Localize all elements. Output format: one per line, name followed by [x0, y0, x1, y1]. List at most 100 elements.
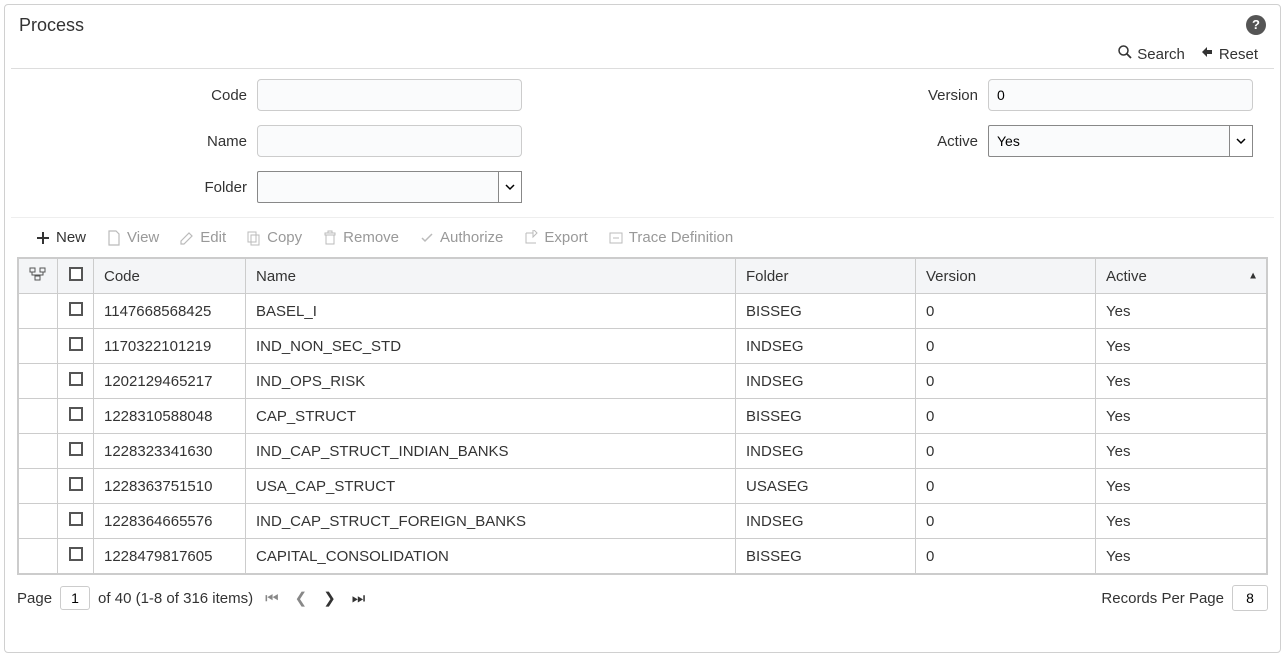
page-label: Page: [17, 590, 52, 607]
help-icon[interactable]: ?: [1246, 15, 1266, 35]
name-label: Name: [27, 133, 257, 150]
name-cell: IND_CAP_STRUCT_FOREIGN_BANKS: [246, 504, 736, 539]
checkbox-cell[interactable]: [58, 469, 94, 504]
first-page-button[interactable]: ⏮: [261, 590, 283, 607]
row-checkbox[interactable]: [69, 547, 83, 561]
code-cell: 1228364665576: [94, 504, 246, 539]
table-row[interactable]: 1228323341630IND_CAP_STRUCT_INDIAN_BANKS…: [19, 434, 1267, 469]
table-header-row: Code Name Folder Version Active▲: [19, 259, 1267, 294]
name-column-header[interactable]: Name: [246, 259, 736, 294]
name-cell: BASEL_I: [246, 294, 736, 329]
view-button[interactable]: View: [98, 226, 167, 249]
document-icon: [106, 230, 122, 246]
table-row[interactable]: 1147668568425BASEL_IBISSEG0Yes: [19, 294, 1267, 329]
code-cell: 1228479817605: [94, 539, 246, 574]
folder-cell: INDSEG: [736, 434, 916, 469]
trace-label: Trace Definition: [629, 229, 734, 246]
folder-cell: BISSEG: [736, 539, 916, 574]
folder-label: Folder: [27, 179, 257, 196]
folder-column-header[interactable]: Folder: [736, 259, 916, 294]
plus-icon: [35, 230, 51, 246]
new-button[interactable]: New: [27, 226, 94, 249]
code-input[interactable]: [257, 79, 522, 111]
table-row[interactable]: 1202129465217IND_OPS_RISKINDSEG0Yes: [19, 364, 1267, 399]
row-checkbox[interactable]: [69, 407, 83, 421]
folder-cell: USASEG: [736, 469, 916, 504]
version-column-header[interactable]: Version: [916, 259, 1096, 294]
process-table: Code Name Folder Version Active▲ 1147668…: [17, 257, 1268, 575]
row-checkbox[interactable]: [69, 477, 83, 491]
checkbox-column-header[interactable]: [58, 259, 94, 294]
row-checkbox[interactable]: [69, 337, 83, 351]
table-row[interactable]: 1228363751510USA_CAP_STRUCTUSASEG0Yes: [19, 469, 1267, 504]
table-row[interactable]: 1170322101219IND_NON_SEC_STDINDSEG0Yes: [19, 329, 1267, 364]
checkbox-cell[interactable]: [58, 504, 94, 539]
prev-page-button[interactable]: ❮: [291, 589, 312, 607]
folder-cell: BISSEG: [736, 399, 916, 434]
tree-cell: [19, 364, 58, 399]
checkbox-cell[interactable]: [58, 364, 94, 399]
code-cell: 1228310588048: [94, 399, 246, 434]
code-cell: 1170322101219: [94, 329, 246, 364]
select-all-checkbox[interactable]: [69, 267, 83, 281]
folder-select[interactable]: [257, 171, 522, 203]
search-button[interactable]: Search: [1117, 44, 1185, 64]
code-column-header[interactable]: Code: [94, 259, 246, 294]
active-column-header[interactable]: Active▲: [1096, 259, 1267, 294]
checkbox-cell[interactable]: [58, 399, 94, 434]
tree-cell: [19, 329, 58, 364]
page-input[interactable]: [60, 586, 90, 610]
name-input[interactable]: [257, 125, 522, 157]
copy-button[interactable]: Copy: [238, 226, 310, 249]
reset-icon: [1199, 44, 1215, 64]
version-cell: 0: [916, 539, 1096, 574]
name-cell: IND_OPS_RISK: [246, 364, 736, 399]
row-checkbox[interactable]: [69, 372, 83, 386]
search-icon: [1117, 44, 1133, 64]
code-label: Code: [27, 87, 257, 104]
checkbox-cell[interactable]: [58, 294, 94, 329]
active-select[interactable]: [988, 125, 1253, 157]
row-checkbox[interactable]: [69, 442, 83, 456]
table-row[interactable]: 1228310588048CAP_STRUCTBISSEG0Yes: [19, 399, 1267, 434]
name-cell: CAP_STRUCT: [246, 399, 736, 434]
next-page-button[interactable]: ❯: [319, 589, 340, 607]
row-checkbox[interactable]: [69, 302, 83, 316]
rpp-input[interactable]: [1232, 585, 1268, 611]
authorize-button[interactable]: Authorize: [411, 226, 511, 249]
export-button[interactable]: Export: [515, 226, 595, 249]
edit-button[interactable]: Edit: [171, 226, 234, 249]
table-row[interactable]: 1228479817605CAPITAL_CONSOLIDATIONBISSEG…: [19, 539, 1267, 574]
active-cell: Yes: [1096, 504, 1267, 539]
tree-cell: [19, 434, 58, 469]
version-label: Version: [898, 87, 988, 104]
new-label: New: [56, 229, 86, 246]
table-row[interactable]: 1228364665576IND_CAP_STRUCT_FOREIGN_BANK…: [19, 504, 1267, 539]
version-input[interactable]: [988, 79, 1253, 111]
trace-button[interactable]: Trace Definition: [600, 226, 742, 249]
pagination: Page of 40 (1-8 of 316 items) ⏮ ❮ ❯ ⏭ Re…: [5, 575, 1280, 621]
version-cell: 0: [916, 364, 1096, 399]
checkbox-cell[interactable]: [58, 434, 94, 469]
version-cell: 0: [916, 504, 1096, 539]
code-cell: 1228323341630: [94, 434, 246, 469]
tree-cell: [19, 469, 58, 504]
tree-column-header[interactable]: [19, 259, 58, 294]
last-page-button[interactable]: ⏭: [348, 590, 370, 607]
tree-cell: [19, 399, 58, 434]
name-cell: CAPITAL_CONSOLIDATION: [246, 539, 736, 574]
page-title: Process: [19, 15, 84, 36]
reset-label: Reset: [1219, 46, 1258, 63]
rpp-label: Records Per Page: [1101, 590, 1224, 607]
version-cell: 0: [916, 399, 1096, 434]
row-checkbox[interactable]: [69, 512, 83, 526]
checkbox-cell[interactable]: [58, 539, 94, 574]
remove-label: Remove: [343, 229, 399, 246]
folder-cell: INDSEG: [736, 329, 916, 364]
reset-button[interactable]: Reset: [1199, 44, 1258, 64]
checkbox-cell[interactable]: [58, 329, 94, 364]
active-cell: Yes: [1096, 434, 1267, 469]
code-cell: 1147668568425: [94, 294, 246, 329]
export-label: Export: [544, 229, 587, 246]
remove-button[interactable]: Remove: [314, 226, 407, 249]
